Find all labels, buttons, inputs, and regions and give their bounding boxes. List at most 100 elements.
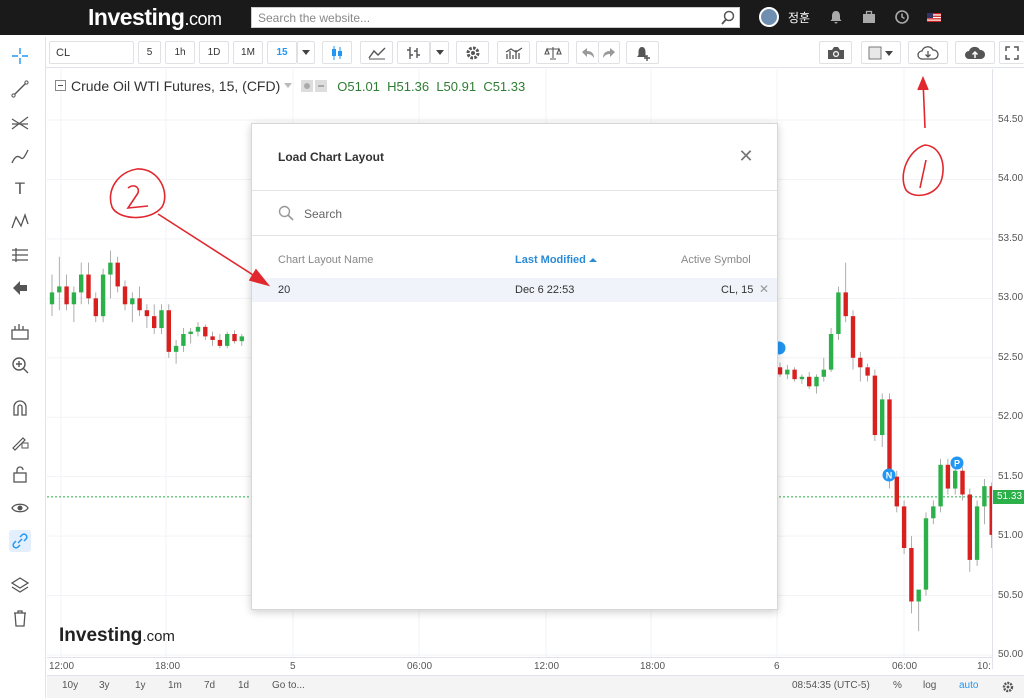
lock-drawing-icon[interactable]: [9, 430, 31, 452]
indicators-button[interactable]: [397, 41, 430, 64]
layout-symbol: CL, 15: [721, 284, 754, 296]
price-tick: 53.50: [998, 232, 1024, 244]
range-bar: 10y 3y 1y 1m 7d 1d Go to... 08:54:35 (UT…: [47, 675, 1024, 698]
candle-up: [916, 589, 921, 602]
goto-date-button[interactable]: Go to...: [272, 680, 305, 691]
interval-1h[interactable]: 1h: [165, 41, 195, 64]
zoom-in-icon[interactable]: [9, 354, 31, 376]
compare-button[interactable]: [360, 41, 393, 64]
column-header-symbol[interactable]: Active Symbol: [681, 254, 751, 266]
bell-icon[interactable]: [828, 9, 844, 25]
interval-15[interactable]: 15: [267, 41, 297, 64]
interval-5[interactable]: 5: [138, 41, 161, 64]
compare-symbols-button[interactable]: [536, 41, 569, 64]
chart-type-dropdown[interactable]: [430, 41, 449, 64]
save-chart-button[interactable]: [955, 41, 995, 64]
interval-1m[interactable]: 1M: [233, 41, 263, 64]
clock-readout[interactable]: 08:54:35 (UTC-5): [792, 680, 870, 691]
range-7d[interactable]: 7d: [204, 680, 215, 691]
user-name[interactable]: 정훈: [788, 9, 810, 26]
measure-icon[interactable]: [9, 321, 31, 343]
fullscreen-button[interactable]: [861, 41, 901, 64]
us-flag-icon[interactable]: [926, 9, 942, 25]
link-icon[interactable]: [9, 530, 31, 552]
candle-down: [152, 316, 157, 329]
studies-button[interactable]: [497, 41, 530, 64]
magnet-icon[interactable]: [9, 397, 31, 419]
delete-layout-icon[interactable]: ✕: [759, 282, 769, 296]
site-search-input[interactable]: Search the website...: [251, 7, 740, 28]
price-tick: 50.50: [998, 589, 1024, 601]
redo-button[interactable]: [598, 41, 620, 64]
alarm-icon: [636, 46, 650, 61]
candle-down: [232, 334, 237, 342]
trend-line-icon[interactable]: [9, 78, 31, 100]
investing-watermark: Investing.com: [59, 625, 175, 646]
portfolio-icon[interactable]: [861, 9, 877, 25]
candle-down: [166, 310, 171, 352]
time-axis[interactable]: 12:00 18:00 5 06:00 12:00 18:00 6 06:00 10:: [47, 657, 992, 675]
alert-button[interactable]: [626, 41, 659, 64]
cloud-upload-icon: [965, 46, 986, 59]
dialog-title: Load Chart Layout: [278, 150, 385, 164]
range-3y[interactable]: 3y: [99, 680, 110, 691]
candle-down: [144, 310, 150, 317]
legend-settings-icon[interactable]: [301, 80, 329, 92]
investing-logo[interactable]: Investing.com: [88, 4, 222, 31]
candle-down: [945, 464, 951, 489]
chevron-down-icon[interactable]: [283, 82, 293, 90]
symbol-title[interactable]: Crude Oil WTI Futures, 15, (CFD): [71, 78, 280, 94]
layout-search-input[interactable]: Search: [252, 191, 777, 235]
range-10y[interactable]: 10y: [62, 680, 78, 691]
candle-down: [909, 548, 914, 602]
price-axis[interactable]: 54.50 54.00 53.50 53.00 52.50 52.00 51.50 51.00…: [992, 69, 1024, 669]
range-1y[interactable]: 1y: [135, 680, 146, 691]
candle-up: [71, 292, 77, 305]
trash-icon[interactable]: [9, 607, 31, 629]
log-toggle[interactable]: log: [923, 680, 936, 691]
layers-icon[interactable]: [9, 574, 31, 596]
search-icon[interactable]: [720, 10, 736, 26]
unlock-icon[interactable]: [9, 463, 31, 485]
percent-toggle[interactable]: %: [893, 680, 902, 691]
user-avatar[interactable]: [759, 7, 779, 27]
undo-button[interactable]: [576, 41, 598, 64]
auto-toggle[interactable]: auto: [959, 680, 978, 691]
high-value: H51.36: [387, 78, 430, 94]
prediction-tool-icon[interactable]: [9, 244, 31, 266]
last-price-label: 51.33: [993, 490, 1024, 504]
candles-style-button[interactable]: [322, 41, 352, 64]
crosshair-icon[interactable]: [9, 45, 31, 67]
pattern-tool-icon[interactable]: [9, 211, 31, 233]
back-arrow-icon[interactable]: [9, 277, 31, 299]
brush-icon[interactable]: [9, 145, 31, 167]
column-header-modified[interactable]: Last Modified: [515, 254, 597, 266]
candle-up: [57, 286, 62, 293]
candle-up: [821, 369, 826, 377]
symbol-input[interactable]: CL: [49, 41, 134, 64]
close-icon[interactable]: ✕: [738, 147, 754, 165]
collapse-legend-icon[interactable]: [55, 80, 67, 92]
column-header-name[interactable]: Chart Layout Name: [278, 254, 373, 266]
expand-button[interactable]: [999, 41, 1024, 64]
candle-down: [777, 367, 783, 375]
interval-1d[interactable]: 1D: [199, 41, 229, 64]
gear-icon[interactable]: [1002, 681, 1014, 693]
snapshot-button[interactable]: [819, 41, 852, 64]
candle-up: [828, 334, 834, 370]
eye-icon[interactable]: [9, 497, 31, 519]
candlestick-icon: [332, 45, 342, 60]
clock-icon[interactable]: [894, 9, 910, 25]
range-1m[interactable]: 1m: [168, 680, 182, 691]
close-value: C51.33: [483, 78, 526, 94]
text-tool-icon[interactable]: T: [9, 178, 31, 200]
fib-tool-icon[interactable]: [9, 112, 31, 134]
settings-button[interactable]: [456, 41, 489, 64]
candle-up: [785, 369, 790, 375]
interval-dropdown[interactable]: [297, 41, 315, 64]
candle-down: [792, 369, 797, 380]
load-chart-button[interactable]: [908, 41, 948, 64]
layout-row[interactable]: 20 Dec 6 22:53 CL, 15 ✕: [252, 278, 777, 302]
range-1d[interactable]: 1d: [238, 680, 249, 691]
candle-up: [836, 292, 841, 334]
